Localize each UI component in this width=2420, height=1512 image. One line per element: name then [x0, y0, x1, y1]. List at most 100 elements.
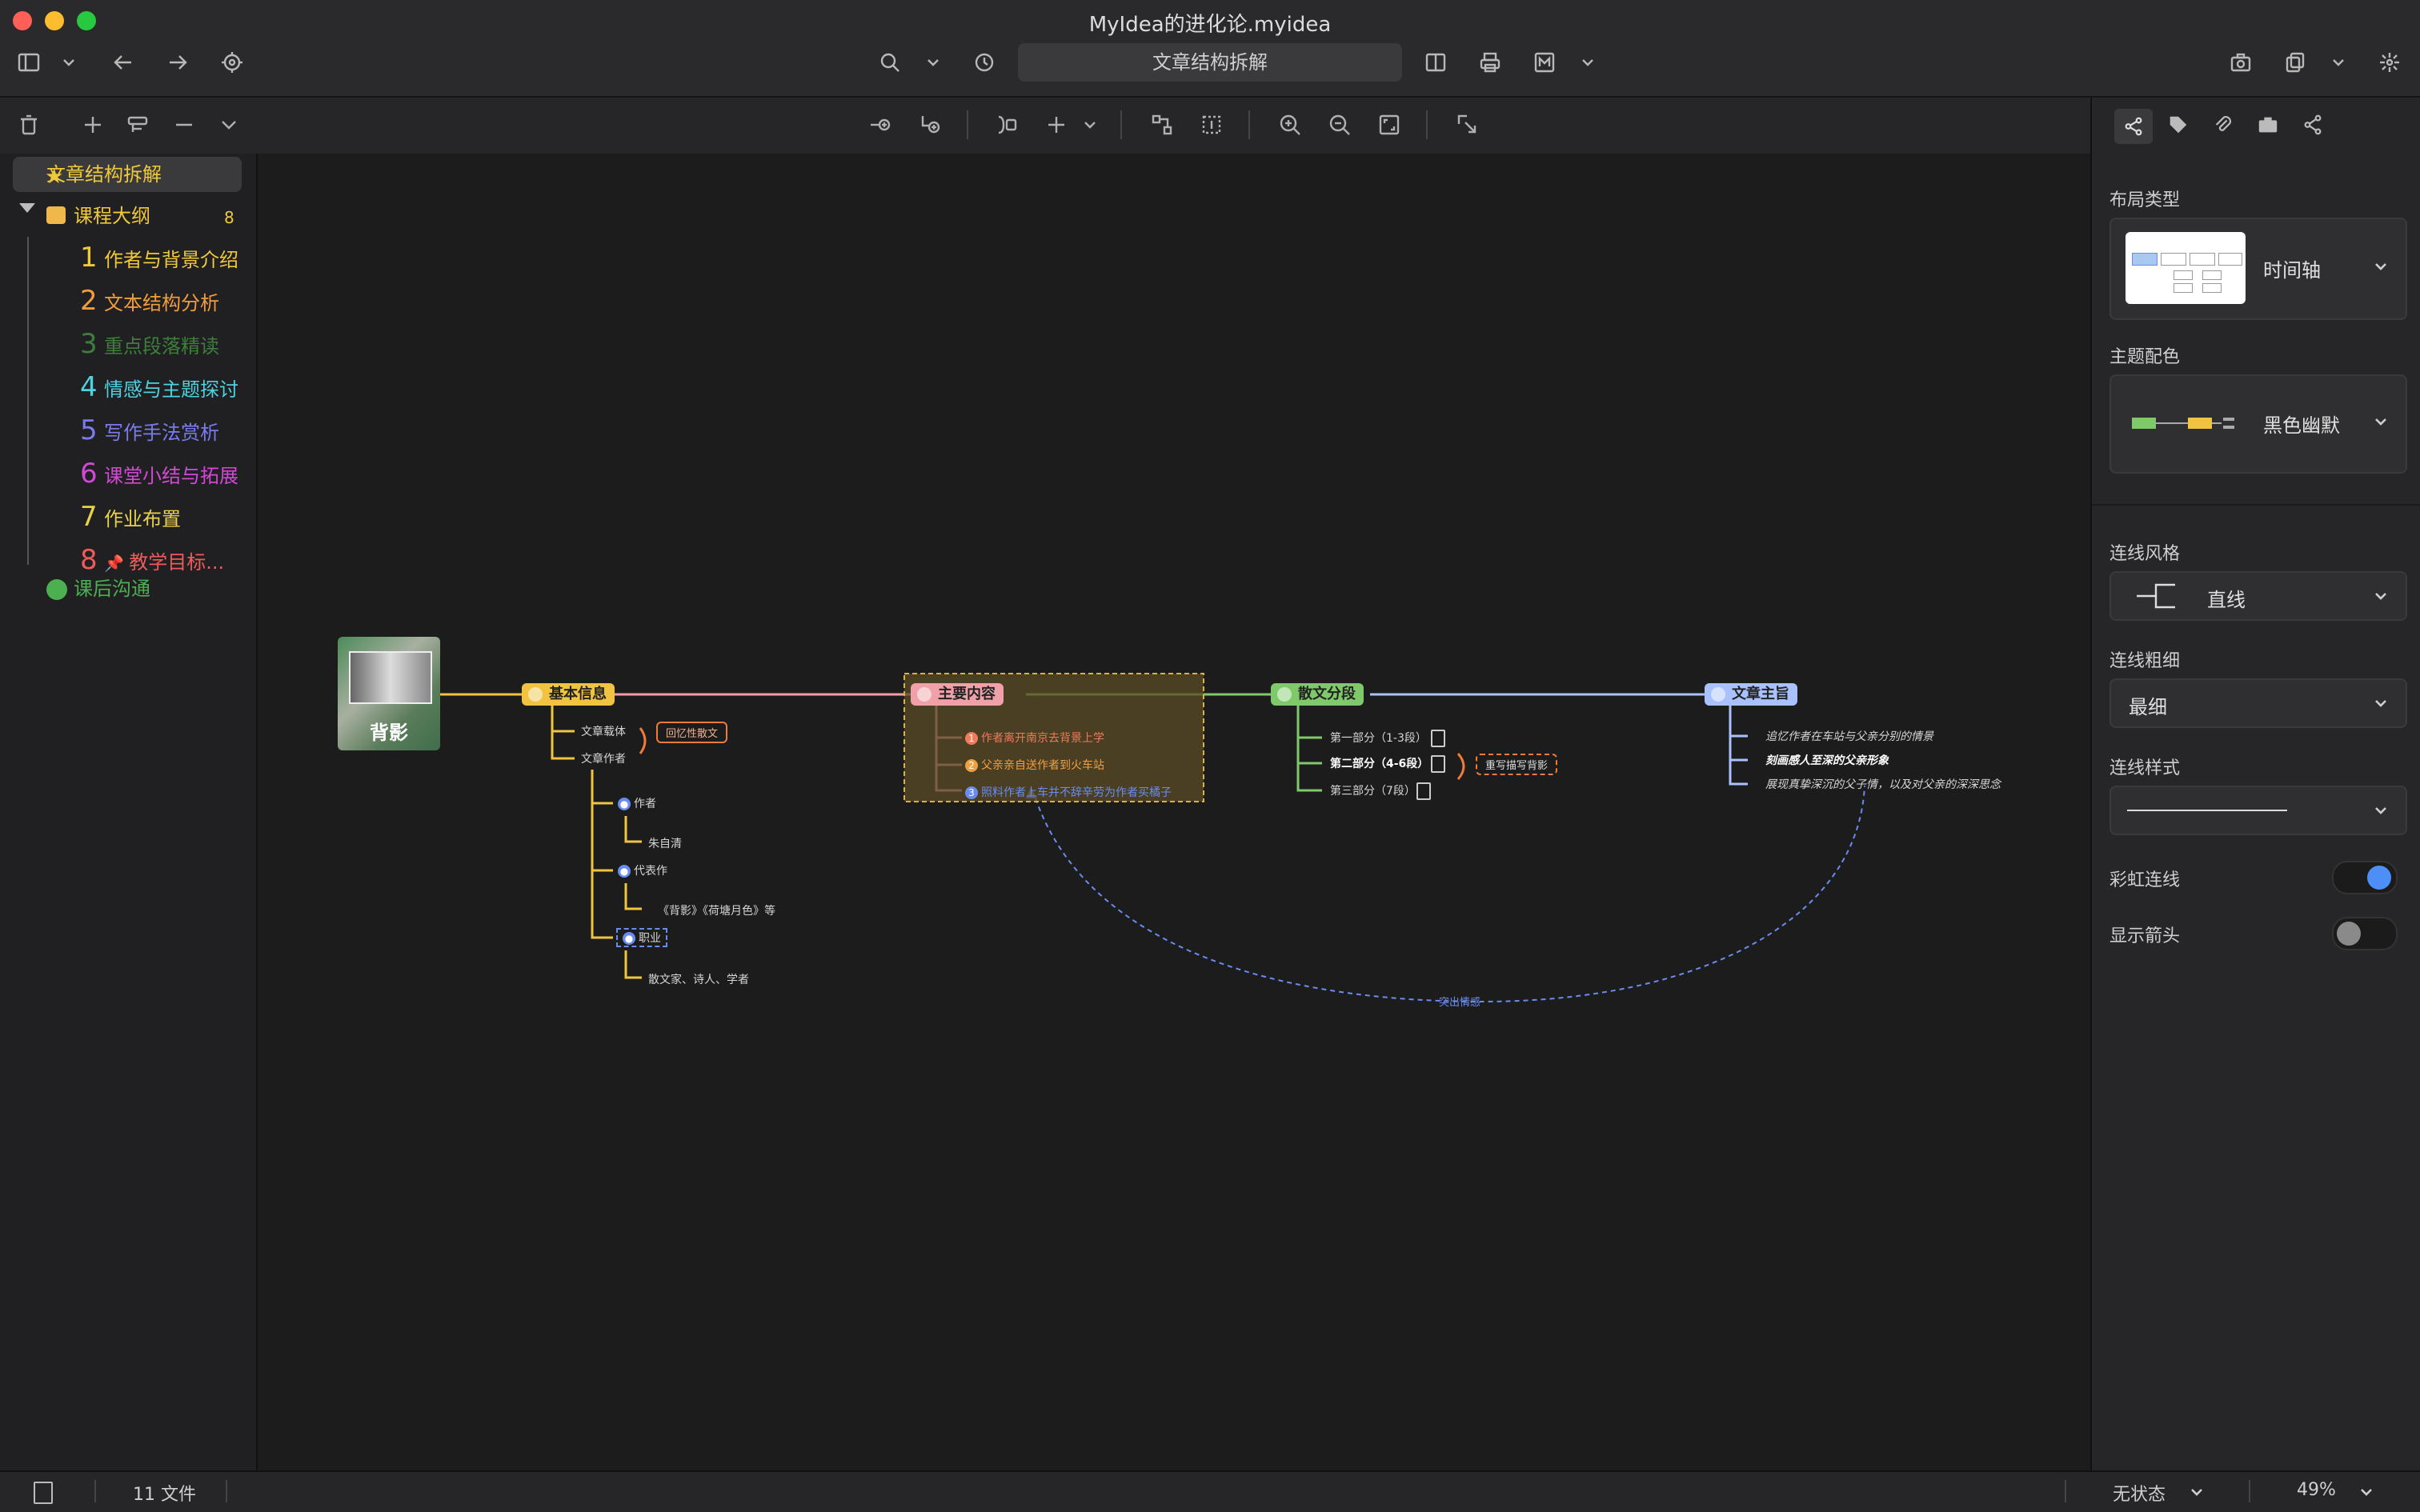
sidebar-item-2[interactable]: 2 文本结构分析 [80, 283, 219, 318]
chevron-down-icon[interactable] [2188, 1483, 2206, 1501]
check-circle-icon [1711, 687, 1725, 702]
root-node[interactable]: 背影 [338, 637, 440, 750]
leaf-job-name[interactable]: 散文家、诗人、学者 [648, 971, 749, 987]
leaf-author-name[interactable]: 朱自清 [648, 835, 682, 851]
layout-preview-thumbnail [2126, 232, 2246, 304]
note-icon[interactable] [1431, 755, 1445, 773]
chevron-down-icon[interactable] [917, 46, 949, 78]
tree-guide-line [27, 237, 29, 565]
document-title-field[interactable]: 文章结构拆解 [1018, 43, 1402, 82]
file-count: 11 文件 [133, 1485, 196, 1505]
add-group-icon[interactable] [122, 109, 154, 141]
leaf-works[interactable]: ● 代表作 [618, 862, 667, 878]
copy-icon[interactable] [2279, 46, 2311, 78]
sidebar-item-7[interactable]: 7 作业布置 [80, 499, 181, 534]
forward-arrow-icon[interactable] [162, 46, 194, 78]
sidebar-item-6[interactable]: 6 课堂小结与拓展 [80, 456, 238, 491]
parts-item[interactable]: 第二部分（4-6段） [1330, 755, 1428, 771]
print-icon[interactable] [1474, 46, 1506, 78]
structure-tab[interactable] [2114, 109, 2153, 144]
sidebar-footer-item[interactable]: 课后沟通 [74, 571, 150, 606]
zoom-in-icon[interactable] [1274, 109, 1306, 141]
leaf-job[interactable]: ● 职业 [616, 928, 667, 947]
relation-line-icon[interactable] [1146, 109, 1178, 141]
person-icon: ● [618, 798, 631, 810]
chevron-down-icon [2372, 413, 2390, 430]
theme-item[interactable]: 刻画感人至深的父亲形象 [1765, 752, 1889, 768]
line-weight-select[interactable]: 最细 [2109, 678, 2407, 728]
branch-label: 文章主旨 [1732, 686, 1789, 702]
leaf-genre[interactable]: 文章载体 [581, 723, 626, 739]
locate-icon[interactable] [216, 46, 248, 78]
branch-node-main[interactable]: 主要内容 [911, 683, 1004, 706]
chevron-down-icon[interactable] [2358, 1483, 2375, 1501]
trash-icon[interactable] [13, 109, 45, 141]
show-arrow-toggle[interactable] [2332, 917, 2398, 950]
note-icon[interactable] [1416, 782, 1431, 800]
camera-icon[interactable] [2225, 46, 2257, 78]
camera-icon[interactable] [2257, 114, 2279, 139]
outline-sidebar: 文章结构拆解 ★ 课程大纲 8 1 作者与背景介绍 2 文本结构分析 3 重点段落精读 4 情… [0, 154, 258, 1470]
sidebar-item-number: 5 [80, 414, 98, 446]
rainbow-line-toggle[interactable] [2332, 861, 2398, 894]
tag-parts[interactable]: 重写描写背影 [1476, 754, 1558, 775]
status-select[interactable]: 无状态 [2113, 1480, 2166, 1506]
sidebar-item-label: 文本结构分析 [104, 292, 219, 314]
sidebar-item-label: 重点段落精读 [104, 335, 219, 358]
add-child-node-icon[interactable] [864, 109, 896, 141]
attachment-icon[interactable] [2212, 114, 2234, 139]
tag-genre[interactable]: 回忆性散文 [656, 722, 728, 743]
disclosure-triangle-icon[interactable] [19, 203, 35, 213]
sidebar-item-3[interactable]: 3 重点段落精读 [80, 326, 219, 362]
fit-to-screen-icon[interactable] [1373, 109, 1405, 141]
chevron-down-icon[interactable] [53, 46, 85, 78]
sidebar-group-label[interactable]: 课程大纲 [74, 198, 150, 234]
branch-node-parts[interactable]: 散文分段 [1271, 683, 1364, 706]
status-bar: 11 文件 无状态 49% [0, 1470, 2420, 1512]
zoom-level[interactable]: 49% [2297, 1480, 2336, 1500]
sidebar-item-5[interactable]: 5 写作手法赏析 [80, 413, 219, 448]
parts-item[interactable]: 第三部分（7段） [1330, 782, 1416, 798]
tag-icon[interactable] [2167, 114, 2190, 139]
branch-node-basic[interactable]: 基本信息 [522, 683, 615, 706]
add-icon[interactable] [77, 109, 109, 141]
leaf-works-name[interactable]: 《背影》《荷塘月色》等 [658, 902, 775, 918]
main-content-item[interactable]: 1 作者离开南京去背景上学 [965, 730, 1104, 746]
mindmap-canvas[interactable]: 背影 基本信息 主要内容 散文分段 文章主旨 文章载体 回忆性散文 文章作者 ●… [258, 154, 2090, 1470]
leaf-author[interactable]: 文章作者 [581, 750, 626, 766]
theme-item[interactable]: 展现真挚深沉的父子情，以及对父亲的深深思念 [1765, 776, 2001, 792]
select-icon[interactable] [1452, 109, 1484, 141]
line-style-select[interactable]: 直线 [2109, 571, 2407, 621]
markdown-icon[interactable] [1529, 46, 1561, 78]
parts-item[interactable]: 第一部分（1-3段） [1330, 730, 1427, 746]
chevron-down-icon[interactable] [1074, 109, 1106, 141]
chevron-down-icon[interactable] [213, 109, 245, 141]
theme-item[interactable]: 追忆作者在车站与父亲分别的情景 [1765, 728, 1933, 744]
split-view-icon[interactable] [1420, 46, 1452, 78]
chevron-down-icon[interactable] [1572, 46, 1604, 78]
sidebar-toggle-icon[interactable] [13, 46, 45, 78]
chevron-down-icon[interactable] [2322, 46, 2354, 78]
main-content-item[interactable]: 3 照料作者上车并不辞辛劳为作者买橘子 [965, 784, 1172, 800]
line-type-select[interactable] [2109, 786, 2407, 835]
summary-bracket-icon[interactable] [991, 109, 1023, 141]
share-icon[interactable] [2302, 114, 2324, 139]
sidebar-item-4[interactable]: 4 情感与主题探讨 [80, 370, 238, 405]
history-icon[interactable] [968, 46, 1000, 78]
add-sibling-node-icon[interactable] [914, 109, 946, 141]
layout-type-select[interactable]: 时间轴 [2109, 218, 2407, 320]
insert-icon[interactable] [1040, 109, 1072, 141]
leaf-author-sub[interactable]: ● 作者 [618, 795, 656, 811]
sidebar-item-1[interactable]: 1 作者与背景介绍 [80, 240, 238, 275]
back-arrow-icon[interactable] [107, 46, 139, 78]
theme-color-select[interactable]: 黑色幽默 [2109, 374, 2407, 474]
collapse-icon[interactable] [168, 109, 200, 141]
branch-node-theme[interactable]: 文章主旨 [1705, 683, 1797, 706]
main-content-item[interactable]: 2 父亲亲自送作者到火车站 [965, 757, 1104, 773]
ai-sparkle-icon[interactable] [2374, 46, 2406, 78]
zoom-out-icon[interactable] [1324, 109, 1356, 141]
relation-label[interactable]: 突出情感 [1439, 994, 1480, 1009]
note-icon[interactable] [1431, 730, 1445, 747]
boundary-icon[interactable] [1196, 109, 1228, 141]
search-icon[interactable] [874, 46, 906, 78]
